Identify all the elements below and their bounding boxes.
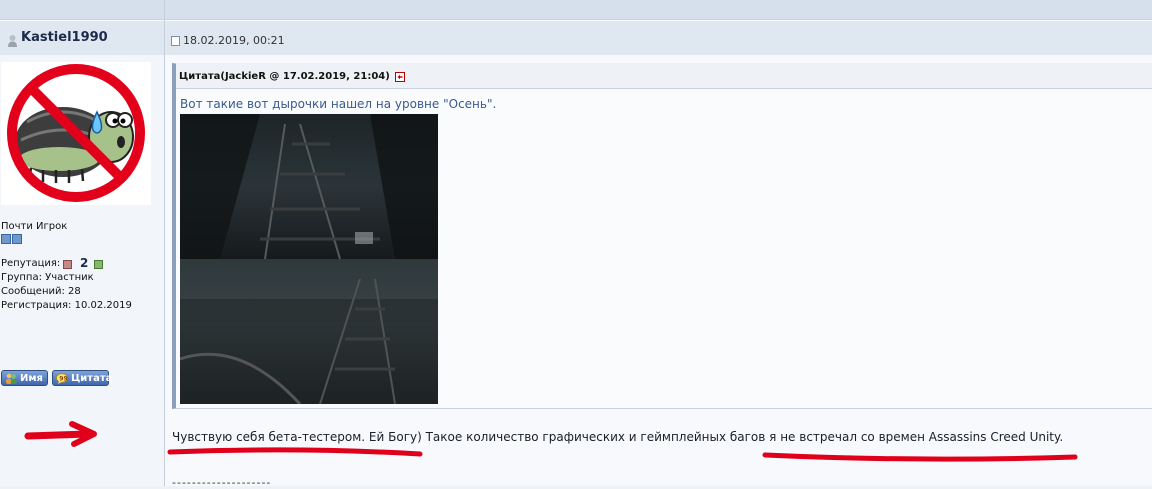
post-date: 18.02.2019, 00:21 — [183, 34, 285, 47]
column-divider — [164, 0, 165, 486]
reputation-value[interactable]: 2 — [80, 256, 88, 270]
signature-divider: -------------------- — [172, 476, 272, 489]
user-registration: Регистрация: 10.02.2019 — [1, 300, 132, 311]
top-bar — [0, 0, 1152, 20]
name-button-label: Имя — [20, 373, 43, 384]
user-icon — [8, 35, 17, 47]
arrow-back-icon[interactable] — [395, 72, 405, 82]
user-group: Группа: Участник — [1, 272, 94, 283]
user-messages: Сообщений: 28 — [1, 286, 81, 297]
quote-button[interactable]: 99 Цитата — [52, 370, 113, 386]
name-button[interactable]: Имя — [1, 370, 48, 386]
quote-title: Цитата(JackieR @ 17.02.2019, 21:04) — [179, 71, 390, 82]
quote-text: Вот такие вот дырочки нашел на уровне "О… — [180, 97, 497, 111]
screenshot-image[interactable] — [180, 259, 438, 404]
rank-pip — [1, 234, 11, 244]
document-icon — [171, 36, 180, 46]
reputation-label: Репутация: — [1, 258, 61, 269]
quote-button-label: Цитата — [71, 373, 113, 384]
rank-pip — [12, 234, 22, 244]
rank-pips — [1, 234, 23, 247]
minus-icon[interactable] — [63, 260, 72, 269]
users-icon — [6, 373, 17, 384]
post-text: Чувствую себя бета-тестером. Ей Богу) Та… — [172, 430, 1064, 444]
avatar — [1, 62, 151, 205]
svg-text:99: 99 — [59, 375, 67, 382]
author-name[interactable]: Kastiel1990 — [21, 30, 108, 45]
user-rank: Почти Игрок — [1, 221, 68, 232]
speech-bubble-icon: 99 — [56, 373, 68, 384]
screenshot-image[interactable] — [180, 114, 438, 259]
plus-icon[interactable] — [94, 260, 103, 269]
